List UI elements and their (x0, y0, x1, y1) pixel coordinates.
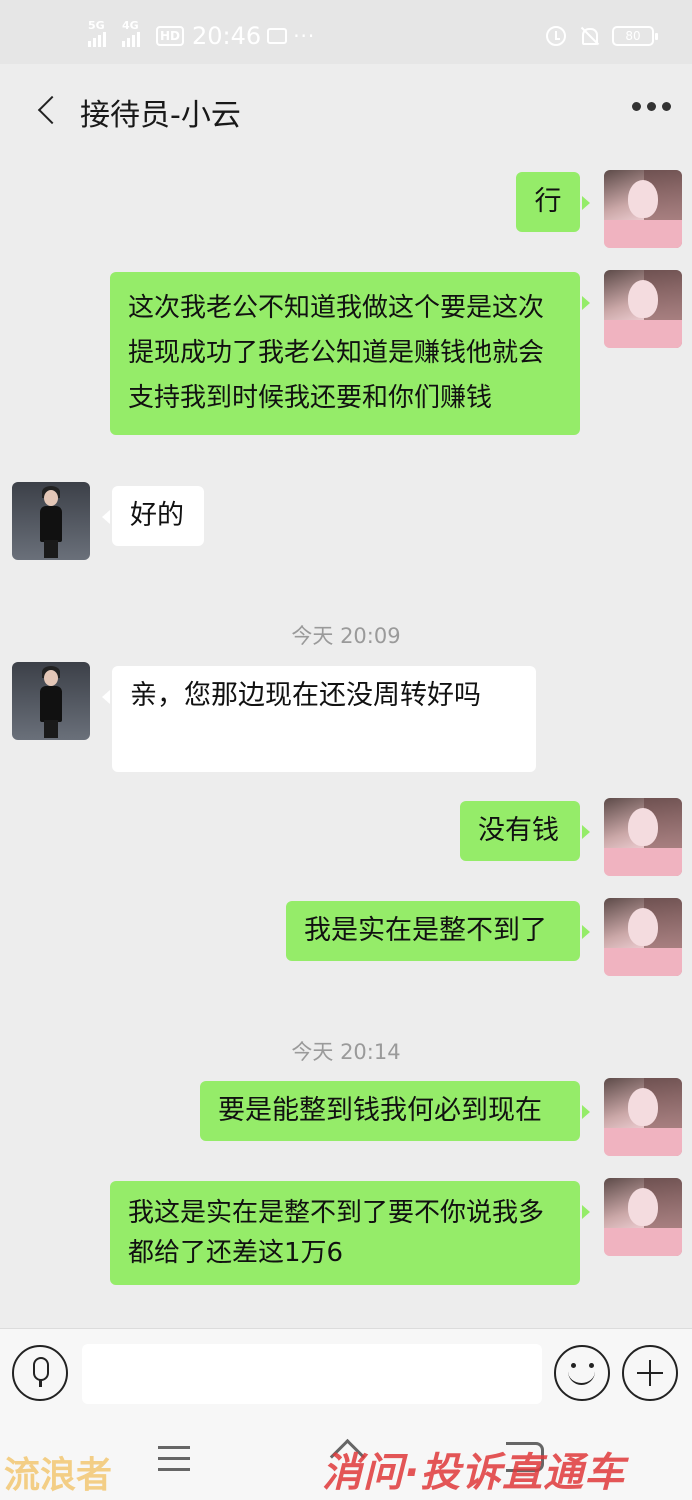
message-bubble-in[interactable]: 亲，您那边现在还没周转好吗 (102, 666, 536, 772)
watermark-right: 消问·投诉直通车 (322, 1450, 626, 1496)
message-bubble-out[interactable]: 这次我老公不知道我做这个要是这次提现成功了我老公知道是赚钱他就会支持我到时候我还… (110, 272, 590, 435)
message-bubble-in[interactable]: 好的 (102, 486, 204, 546)
user-avatar[interactable] (604, 1078, 682, 1156)
agent-avatar[interactable] (12, 662, 90, 740)
status-right: 80 (546, 26, 658, 46)
input-bar (0, 1328, 692, 1418)
user-avatar[interactable] (604, 170, 682, 248)
clock: 20:46 (192, 22, 262, 50)
network-5g-label: 5G (88, 19, 105, 32)
message-bubble-out[interactable]: 没有钱 (460, 801, 590, 861)
hd-badge: HD (156, 26, 185, 46)
timestamp: 今天 20:09 (291, 624, 401, 648)
mute-bell-icon (580, 26, 598, 46)
user-avatar[interactable] (604, 898, 682, 976)
microphone-icon[interactable] (12, 1345, 68, 1401)
chat-title: 接待员-小云 (80, 98, 241, 133)
timestamp: 今天 20:14 (291, 1040, 401, 1064)
message-bubble-out[interactable]: 要是能整到钱我何必到现在 (200, 1081, 590, 1141)
message-bubble-out[interactable]: 我这是实在是整不到了要不你说我多都给了还差这1万6 (110, 1181, 590, 1285)
status-bar: 5G 4G HD 20:46 ··· 80 (0, 0, 692, 64)
system-nav-bar: 流浪者 消问·投诉直通车 (0, 1418, 692, 1500)
message-bubble-out[interactable]: 我是实在是整不到了 (286, 901, 590, 961)
chevron-left-icon[interactable] (34, 94, 58, 126)
plus-icon[interactable] (622, 1345, 678, 1401)
message-bubble-out[interactable]: 行 (516, 172, 590, 232)
status-left: 5G 4G HD 20:46 ··· (88, 19, 316, 50)
chat-header: 接待员-小云 (0, 64, 692, 156)
signal-5g-icon: 5G (88, 19, 106, 47)
agent-avatar[interactable] (12, 482, 90, 560)
more-icon[interactable] (632, 102, 672, 116)
alarm-icon (546, 26, 566, 46)
signal-4g-icon: 4G (122, 19, 140, 47)
user-avatar[interactable] (604, 798, 682, 876)
network-4g-label: 4G (122, 19, 139, 32)
user-avatar[interactable] (604, 1178, 682, 1256)
battery-icon: 80 (612, 26, 658, 46)
emoji-icon[interactable] (554, 1345, 610, 1401)
menu-icon[interactable] (158, 1446, 190, 1471)
user-avatar[interactable] (604, 270, 682, 348)
status-more: ··· (293, 24, 316, 48)
message-icon (267, 28, 288, 44)
watermark-left: 流浪者 (4, 1454, 113, 1496)
message-input[interactable] (82, 1344, 542, 1404)
